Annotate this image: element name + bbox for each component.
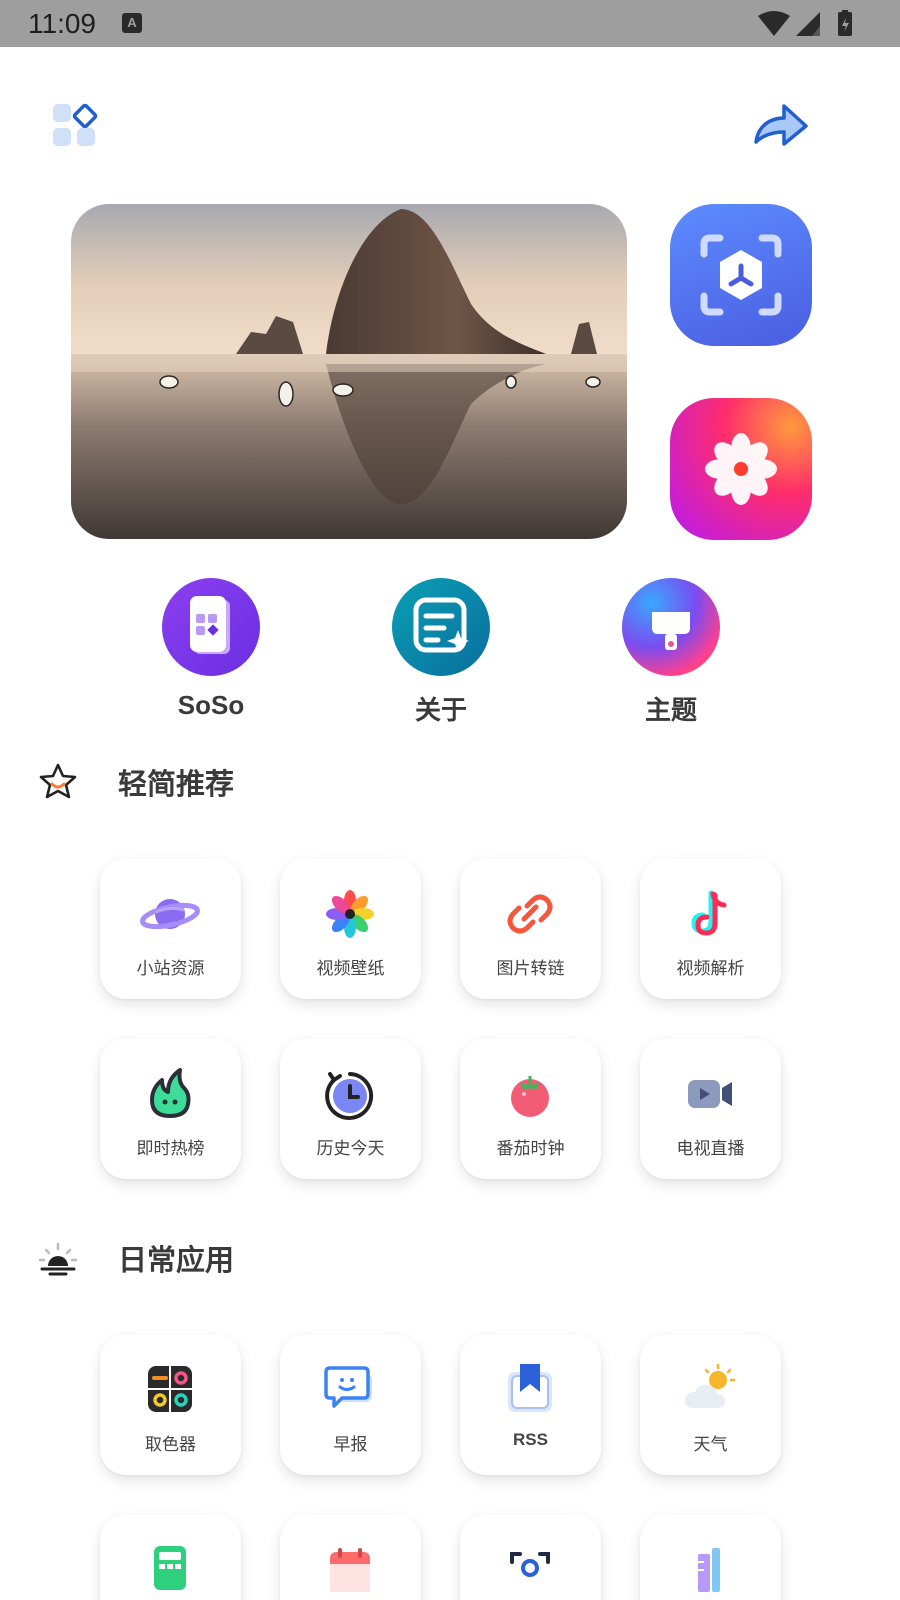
app-card-video-parse[interactable]: 视频解析 [640, 858, 781, 999]
color-picker-icon [148, 1366, 192, 1412]
app-card-label: 早报 [333, 1435, 368, 1454]
star-icon [39, 763, 77, 799]
app-card-history-today[interactable]: 历史今天 [280, 1038, 421, 1179]
sea-stack-beach-photo [71, 204, 627, 539]
scan-app-tile[interactable] [670, 204, 812, 346]
system-status-icons [758, 10, 852, 36]
app-card-rss[interactable]: RSS [460, 1334, 601, 1475]
quick-link-label: 关于 [414, 695, 467, 725]
app-card-label: 电视直播 [676, 1139, 745, 1158]
section-header-daily: 日常应用 [38, 1238, 234, 1278]
section-title: 日常应用 [118, 1245, 235, 1277]
pinwheel-icon [326, 890, 374, 938]
app-card-label: 图片转链 [496, 959, 565, 978]
tiktok-icon [691, 890, 727, 936]
link-icon [507, 894, 553, 934]
flower-icon [705, 433, 777, 505]
bookmark-icon [508, 1364, 552, 1412]
chat-bubble-icon [324, 1366, 372, 1408]
phone-grid-icon [162, 578, 260, 676]
flame-icon [150, 1068, 191, 1118]
app-card-ruler[interactable] [640, 1514, 781, 1600]
calculator-icon [154, 1546, 186, 1590]
scan-frame-icon [700, 234, 782, 316]
quick-link-soso[interactable]: SoSo [141, 578, 281, 721]
app-card-label: 小站资源 [136, 959, 205, 978]
app-card-label: 天气 [693, 1435, 728, 1454]
app-card-label: 历史今天 [316, 1139, 385, 1158]
note-sparkle-icon [392, 578, 490, 676]
tomato-icon [511, 1076, 549, 1117]
app-card-weather[interactable]: 天气 [640, 1334, 781, 1475]
apps-menu-button[interactable] [50, 98, 106, 154]
app-card-label: RSS [513, 1430, 548, 1449]
quick-link-label: SoSo [177, 690, 245, 720]
app-card-label: 即时热榜 [136, 1139, 205, 1158]
app-card-site-resources[interactable]: 小站资源 [100, 858, 241, 999]
app-card-label: 番茄时钟 [496, 1139, 565, 1158]
status-bar: 11:09 A [0, 0, 900, 47]
app-card-video-wallpaper[interactable]: 视频壁纸 [280, 858, 421, 999]
scanner-icon [510, 1552, 550, 1577]
video-camera-icon [688, 1080, 732, 1108]
paint-brush-icon [622, 578, 720, 676]
quick-link-theme[interactable]: 主题 [601, 578, 741, 727]
battery-icon [838, 10, 852, 36]
section-header-recommend: 轻简推荐 [38, 762, 234, 802]
clock-history-icon [325, 1072, 374, 1120]
share-arrow-icon [754, 104, 808, 146]
app-card-tv-live[interactable]: 电视直播 [640, 1038, 781, 1179]
planet-icon [140, 899, 200, 930]
ruler-pencil-icon [698, 1548, 720, 1592]
app-card-label: 视频解析 [676, 959, 745, 978]
app-card-label: 取色器 [145, 1435, 196, 1454]
app-card-calendar[interactable] [280, 1514, 421, 1600]
app-card-color-picker[interactable]: 取色器 [100, 1334, 241, 1475]
app-card-label: 视频壁纸 [316, 959, 385, 978]
app-card-pomodoro-clock[interactable]: 番茄时钟 [460, 1038, 601, 1179]
calendar-icon [330, 1548, 370, 1592]
weather-icon [684, 1363, 736, 1408]
app-card-calculator[interactable] [100, 1514, 241, 1600]
status-time: 11:09 [28, 8, 96, 39]
flower-app-tile[interactable] [670, 398, 812, 540]
sunrise-icon [38, 1242, 78, 1276]
a-notification-icon: A [122, 13, 142, 33]
signal-icon [796, 12, 820, 36]
app-card-scanner[interactable] [460, 1514, 601, 1600]
quick-link-label: 主题 [644, 695, 697, 725]
section-title: 轻简推荐 [118, 769, 235, 801]
app-card-image-link[interactable]: 图片转链 [460, 858, 601, 999]
app-card-hot-list[interactable]: 即时热榜 [100, 1038, 241, 1179]
quick-link-about[interactable]: 关于 [371, 578, 511, 727]
wifi-icon [758, 11, 790, 36]
apps-grid-icon [53, 103, 98, 146]
app-card-morning-news[interactable]: 早报 [280, 1334, 421, 1475]
share-button[interactable] [752, 98, 808, 154]
hero-image[interactable] [71, 204, 627, 539]
